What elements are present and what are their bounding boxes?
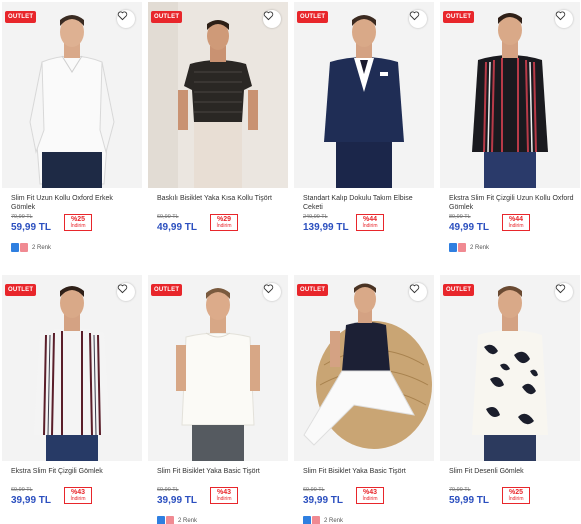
model-photo	[440, 2, 580, 188]
color-swatch-blue[interactable]	[449, 243, 457, 253]
product-image[interactable]: OUTLET	[294, 2, 434, 188]
heart-outline-icon[interactable]	[263, 283, 281, 301]
color-swatch-pink[interactable]	[20, 243, 28, 253]
price-row: 249,99 TL 139,99 TL %44 İndirim	[294, 214, 434, 236]
product-card[interactable]: OUTLET Slim Fit Desenli Gömlek 79,99 TL …	[440, 275, 580, 509]
color-count: 2 Renk	[178, 517, 198, 524]
color-swatch-pink[interactable]	[166, 516, 174, 524]
price-row: 69,99 TL 49,99 TL %29 İndirim	[148, 214, 288, 236]
model-photo	[294, 275, 434, 461]
model-photo	[294, 2, 434, 188]
product-image[interactable]: OUTLET	[148, 2, 288, 188]
discount-label: İndirim	[508, 496, 524, 502]
product-image[interactable]: OUTLET	[440, 275, 580, 461]
discount-badge: %43 İndirim	[356, 487, 384, 504]
product-card[interactable]: OUTLET Slim Fit Bisiklet Yaka Basic Tişö…	[148, 275, 288, 524]
price-row: 79,99 TL 59,99 TL %25 İndirim	[440, 487, 580, 509]
discount-badge: %25 İndirim	[64, 214, 92, 231]
color-swatch-blue[interactable]	[157, 516, 165, 524]
heart-outline-icon[interactable]	[117, 283, 135, 301]
color-options[interactable]: 2 Renk	[440, 239, 580, 253]
heart-outline-icon[interactable]	[117, 10, 135, 28]
discount-label: İndirim	[362, 223, 378, 229]
heart-outline-icon[interactable]	[555, 283, 573, 301]
price-row: 89,99 TL 49,99 TL %44 İndirim	[440, 214, 580, 236]
outlet-badge: OUTLET	[5, 284, 37, 296]
discount-badge: %44 İndirim	[502, 214, 530, 231]
price-row: 69,99 TL 39,99 TL %43 İndirim	[294, 487, 434, 509]
discount-badge: %29 İndirim	[210, 214, 238, 231]
color-options[interactable]: 2 Renk	[148, 512, 288, 524]
model-photo	[148, 2, 288, 188]
outlet-badge: OUTLET	[151, 11, 183, 23]
color-swatch-pink[interactable]	[312, 516, 320, 524]
heart-outline-icon[interactable]	[409, 10, 427, 28]
color-swatch-blue[interactable]	[11, 243, 19, 253]
discount-badge: %44 İndirim	[356, 214, 384, 231]
product-image[interactable]: OUTLET	[148, 275, 288, 461]
discount-label: İndirim	[362, 496, 378, 502]
color-options[interactable]: 2 Renk	[294, 512, 434, 524]
discount-badge: %25 İndirim	[502, 487, 530, 504]
color-count: 2 Renk	[324, 517, 344, 524]
color-count: 2 Renk	[470, 244, 490, 251]
heart-outline-icon[interactable]	[263, 10, 281, 28]
heart-outline-icon[interactable]	[555, 10, 573, 28]
product-image[interactable]: OUTLET	[294, 275, 434, 461]
product-title[interactable]: Slim Fit Bisiklet Yaka Basic Tişört	[294, 467, 434, 485]
model-photo	[148, 275, 288, 461]
discount-label: İndirim	[508, 223, 524, 229]
price-row: 79,99 TL 59,99 TL %25 İndirim	[2, 214, 142, 236]
outlet-badge: OUTLET	[297, 284, 329, 296]
outlet-badge: OUTLET	[297, 11, 329, 23]
color-swatch-pink[interactable]	[458, 243, 466, 253]
product-card[interactable]: OUTLET Standart Kalıp Dokulu Takım Elbis…	[294, 2, 434, 236]
product-card[interactable]: OUTLET Ekstra Slim Fit Çizgili Uzun Koll…	[440, 2, 580, 253]
product-title[interactable]: Ekstra Slim Fit Çizgili Uzun Kollu Oxfor…	[440, 194, 580, 212]
product-image[interactable]: OUTLET	[2, 275, 142, 461]
discount-label: İndirim	[216, 223, 232, 229]
model-photo	[2, 275, 142, 461]
product-title[interactable]: Standart Kalıp Dokulu Takım Elbise Ceket…	[294, 194, 434, 212]
discount-badge: %43 İndirim	[210, 487, 238, 504]
product-card[interactable]: OUTLET Slim Fit Uzun Kollu Oxford Erkek …	[2, 2, 142, 253]
discount-label: İndirim	[70, 223, 86, 229]
price-row: 69,99 TL 39,99 TL %43 İndirim	[2, 487, 142, 509]
color-count: 2 Renk	[32, 244, 52, 251]
model-photo	[440, 275, 580, 461]
product-image[interactable]: OUTLET	[2, 2, 142, 188]
discount-label: İndirim	[70, 496, 86, 502]
product-title[interactable]: Baskılı Bisiklet Yaka Kısa Kollu Tişört	[148, 194, 288, 212]
outlet-badge: OUTLET	[443, 284, 475, 296]
product-image[interactable]: OUTLET	[440, 2, 580, 188]
product-title[interactable]: Slim Fit Bisiklet Yaka Basic Tişört	[148, 467, 288, 485]
outlet-badge: OUTLET	[5, 11, 37, 23]
product-title[interactable]: Ekstra Slim Fit Çizgili Gömlek	[2, 467, 142, 485]
model-photo	[2, 2, 142, 188]
discount-badge: %43 İndirim	[64, 487, 92, 504]
outlet-badge: OUTLET	[443, 11, 475, 23]
product-grid: OUTLET Slim Fit Uzun Kollu Oxford Erkek …	[0, 0, 581, 524]
color-options[interactable]: 2 Renk	[2, 239, 142, 253]
price-row: 69,99 TL 39,99 TL %43 İndirim	[148, 487, 288, 509]
product-card[interactable]: OUTLET Baskılı Bisiklet Yaka Kısa Kollu …	[148, 2, 288, 236]
outlet-badge: OUTLET	[151, 284, 183, 296]
product-card[interactable]: OUTLET Ekstra Slim Fit Çizgili Gömlek 69…	[2, 275, 142, 509]
product-title[interactable]: Slim Fit Desenli Gömlek	[440, 467, 580, 485]
color-swatch-blue[interactable]	[303, 516, 311, 524]
product-card[interactable]: OUTLET Slim Fit Bisiklet Yaka Basic Tişö…	[294, 275, 434, 524]
discount-label: İndirim	[216, 496, 232, 502]
product-title[interactable]: Slim Fit Uzun Kollu Oxford Erkek Gömlek	[2, 194, 142, 212]
heart-outline-icon[interactable]	[409, 283, 427, 301]
